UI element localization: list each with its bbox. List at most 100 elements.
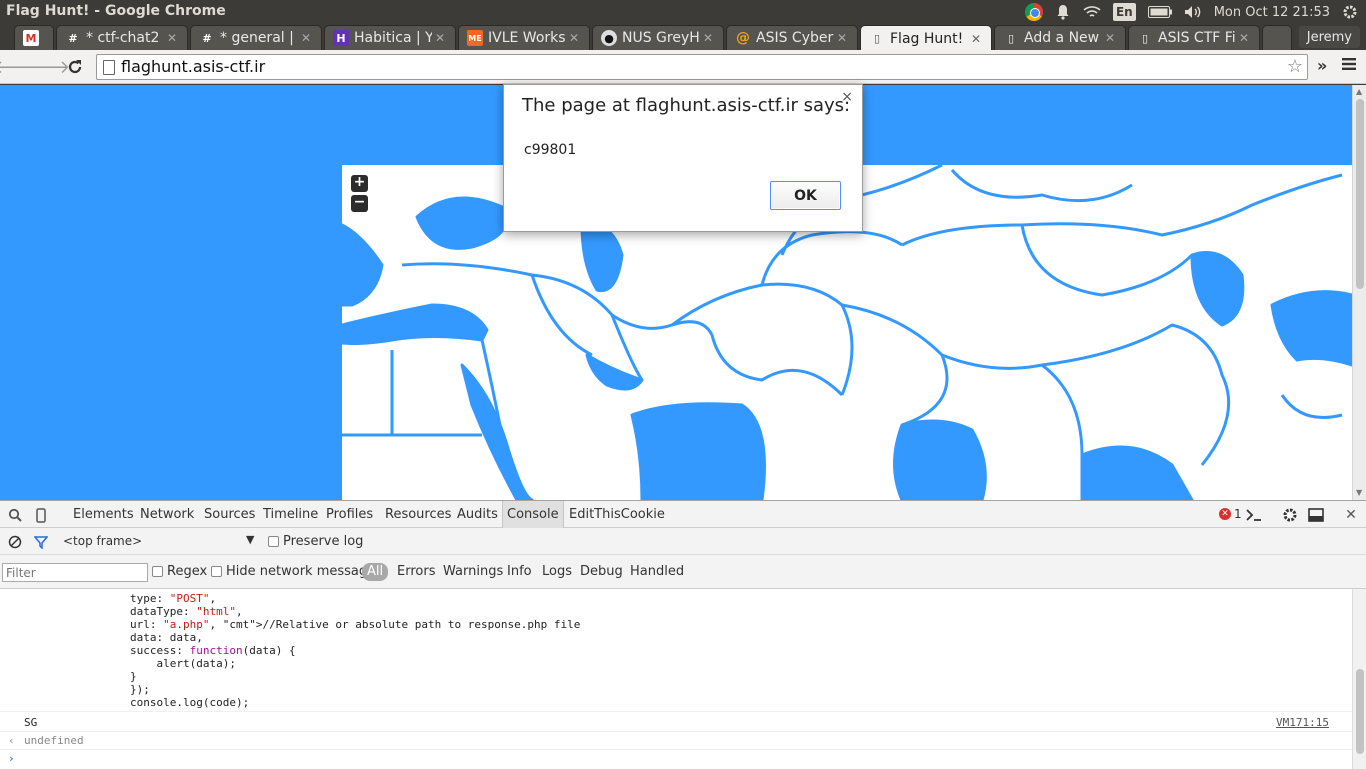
tab-gmail[interactable]: M bbox=[14, 25, 54, 50]
code-line: url: "a.php", "cmt">//Relative or absolu… bbox=[130, 618, 581, 631]
reload-icon[interactable] bbox=[64, 56, 86, 78]
chrome-menu-icon[interactable] bbox=[1342, 56, 1356, 75]
tab-label: Flag Hunt! bbox=[890, 30, 964, 47]
hide-network-checkbox[interactable]: Hide network messages bbox=[211, 564, 382, 579]
error-count-badge[interactable]: ✕ 1 bbox=[1219, 507, 1242, 521]
devtools-tab-network[interactable]: Network bbox=[136, 501, 198, 528]
system-top-panel: Flag Hunt! - Google Chrome En Mon Oct 12… bbox=[0, 0, 1366, 24]
result-arrow-icon: ‹ bbox=[8, 734, 15, 747]
checkbox-box[interactable] bbox=[211, 566, 222, 577]
checkbox-box[interactable] bbox=[268, 536, 279, 547]
regex-checkbox[interactable]: Regex bbox=[152, 564, 207, 579]
extensions-overflow-icon[interactable]: » bbox=[1317, 56, 1327, 75]
clock[interactable]: Mon Oct 12 21:53 bbox=[1214, 0, 1330, 24]
volume-icon[interactable] bbox=[1184, 0, 1202, 24]
devtools-tab-elements[interactable]: Elements bbox=[69, 501, 138, 528]
browser-tabstrip: M # * ctf-chat2 | ✕ # * general | S ✕ H … bbox=[0, 24, 1366, 51]
dialog-title: The page at flaghunt.asis-ctf.ir says: bbox=[522, 95, 851, 116]
chrome-indicator-icon[interactable] bbox=[1024, 0, 1043, 24]
devtools-tab-audits[interactable]: Audits bbox=[453, 501, 502, 528]
tab-close-icon[interactable]: ✕ bbox=[1105, 31, 1119, 45]
console-prompt-row[interactable]: › bbox=[0, 749, 1352, 769]
level-errors[interactable]: Errors bbox=[397, 564, 435, 579]
log-source-link[interactable]: VM171:15 bbox=[1276, 716, 1329, 729]
code-line: data: data, bbox=[130, 631, 203, 644]
console-context-bar: <top frame> ▼ Preserve log bbox=[0, 528, 1366, 555]
filter-funnel-icon[interactable] bbox=[32, 533, 50, 551]
tab-ctf-chat2[interactable]: # * ctf-chat2 | ✕ bbox=[56, 25, 188, 50]
dock-side-icon[interactable] bbox=[1307, 506, 1325, 524]
address-bar[interactable]: flaghunt.asis-ctf.ir ☆ bbox=[96, 54, 1308, 80]
tab-label: Add a New I bbox=[1024, 30, 1102, 46]
devtools-tab-sources[interactable]: Sources bbox=[200, 501, 259, 528]
dialog-close-icon[interactable]: × bbox=[841, 89, 853, 105]
level-handled[interactable]: Handled bbox=[630, 564, 684, 579]
frame-context-select[interactable]: <top frame> bbox=[63, 534, 142, 548]
page-scrollbar[interactable]: ▲ ▼ bbox=[1352, 85, 1366, 500]
tab-close-icon[interactable]: ✕ bbox=[971, 32, 985, 46]
clear-console-icon[interactable] bbox=[6, 533, 24, 551]
tab-general[interactable]: # * general | S ✕ bbox=[190, 25, 322, 50]
console-filter-input[interactable] bbox=[2, 563, 148, 582]
window-title: Flag Hunt! - Google Chrome bbox=[6, 3, 226, 19]
page-scrollbar-thumb[interactable] bbox=[1356, 99, 1364, 289]
tab-nus-greyhats[interactable]: ● NUS GreyHa ✕ bbox=[592, 25, 724, 50]
level-all[interactable]: All bbox=[362, 563, 389, 581]
scroll-up-icon[interactable]: ▲ bbox=[1356, 87, 1362, 96]
tab-add-new[interactable]: ▯ Add a New I ✕ bbox=[994, 25, 1126, 50]
devtools-settings-gear-icon[interactable] bbox=[1281, 506, 1299, 524]
level-debug[interactable]: Debug bbox=[580, 564, 623, 579]
keyboard-language-indicator[interactable]: En bbox=[1112, 3, 1136, 21]
tab-asis-cyber[interactable]: @ ASIS Cyber S ✕ bbox=[726, 25, 858, 50]
profile-button[interactable]: Jeremy bbox=[1298, 26, 1360, 48]
session-gear-icon[interactable] bbox=[1342, 0, 1358, 24]
devtools-tab-resources[interactable]: Resources bbox=[381, 501, 455, 528]
tab-habitica[interactable]: H Habitica | Yo ✕ bbox=[324, 25, 456, 50]
browser-toolbar: 🡐 🡒 flaghunt.asis-ctf.ir ☆ » bbox=[0, 50, 1366, 84]
devtools-tab-timeline[interactable]: Timeline bbox=[259, 501, 322, 528]
devtools-tab-editthiscookie[interactable]: EditThisCookie bbox=[565, 501, 669, 528]
console-output[interactable]: type: "POST", dataType: "html", url: "a.… bbox=[0, 589, 1352, 769]
address-bar-url[interactable]: flaghunt.asis-ctf.ir bbox=[121, 57, 265, 76]
console-filter-bar: Regex Hide network messages All Errors W… bbox=[0, 555, 1366, 589]
tab-ivle[interactable]: ME IVLE Works ✕ bbox=[458, 25, 590, 50]
preserve-log-checkbox[interactable]: Preserve log bbox=[268, 534, 363, 549]
devtools-tab-console[interactable]: Console bbox=[502, 501, 564, 528]
tab-close-icon[interactable]: ✕ bbox=[837, 31, 851, 45]
page-icon: ▯ bbox=[1007, 31, 1015, 45]
console-drawer-icon[interactable] bbox=[1245, 506, 1263, 524]
bookmark-star-icon[interactable]: ☆ bbox=[1287, 56, 1303, 77]
new-tab-button[interactable] bbox=[1262, 25, 1292, 50]
scroll-down-icon[interactable]: ▼ bbox=[1356, 488, 1362, 497]
tab-flag-hunt[interactable]: ▯ Flag Hunt! ✕ bbox=[860, 25, 992, 51]
level-logs[interactable]: Logs bbox=[542, 564, 572, 579]
page-info-icon[interactable] bbox=[103, 60, 115, 75]
tab-close-icon[interactable]: ✕ bbox=[569, 31, 583, 45]
tab-close-icon[interactable]: ✕ bbox=[703, 31, 717, 45]
tab-asis-ctf-final[interactable]: ▯ ASIS CTF Fin ✕ bbox=[1128, 25, 1260, 50]
tab-close-icon[interactable]: ✕ bbox=[1239, 31, 1253, 45]
console-scrollbar[interactable] bbox=[1352, 589, 1366, 769]
console-scrollbar-thumb[interactable] bbox=[1356, 669, 1364, 754]
code-line: dataType: "html", bbox=[130, 605, 243, 618]
level-info[interactable]: Info bbox=[507, 564, 532, 579]
tab-close-icon[interactable]: ✕ bbox=[301, 31, 315, 45]
forward-arrow-icon[interactable]: 🡒 bbox=[22, 56, 70, 78]
map-zoom-out-button[interactable]: − bbox=[351, 195, 368, 212]
devtools-tab-profiles[interactable]: Profiles bbox=[322, 501, 377, 528]
tab-label: * general | S bbox=[220, 30, 298, 46]
wifi-icon[interactable] bbox=[1083, 0, 1101, 24]
dialog-ok-button[interactable]: OK bbox=[770, 181, 841, 210]
chevron-down-icon[interactable]: ▼ bbox=[246, 533, 254, 546]
checkbox-box[interactable] bbox=[152, 566, 163, 577]
tab-close-icon[interactable]: ✕ bbox=[167, 31, 181, 45]
map-zoom-in-button[interactable]: + bbox=[351, 175, 368, 192]
notification-bell-icon[interactable] bbox=[1055, 0, 1071, 24]
device-mode-icon[interactable] bbox=[32, 506, 50, 524]
battery-icon[interactable] bbox=[1147, 0, 1172, 24]
system-indicators: En Mon Oct 12 21:53 bbox=[1024, 0, 1358, 24]
inspect-element-icon[interactable] bbox=[6, 506, 24, 524]
tab-close-icon[interactable]: ✕ bbox=[435, 31, 449, 45]
close-devtools-icon[interactable]: ✕ bbox=[1342, 506, 1360, 524]
level-warnings[interactable]: Warnings bbox=[443, 564, 503, 579]
